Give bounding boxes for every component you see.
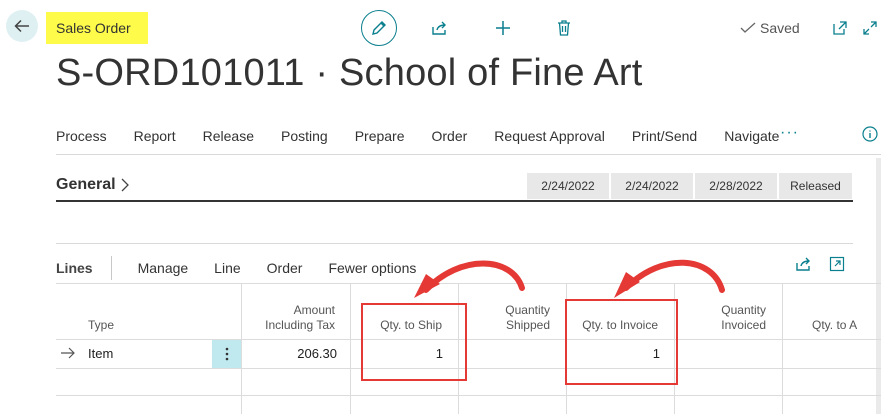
scrollbar[interactable]: [876, 158, 881, 414]
col-qty-invoiced-line2: Invoiced: [721, 318, 766, 332]
page-type-label: Sales Order: [46, 12, 148, 44]
expand-icon: [863, 21, 877, 35]
action-posting[interactable]: Posting: [281, 128, 328, 146]
action-print-send[interactable]: Print/Send: [632, 128, 697, 146]
arrow-left-icon: [14, 19, 29, 33]
action-report[interactable]: Report: [134, 128, 176, 146]
saved-status: Saved: [740, 20, 800, 36]
action-bar-divider: [56, 154, 881, 155]
col-amount-incl-tax[interactable]: Amount Including Tax: [245, 303, 335, 333]
grid-row-line: [56, 368, 881, 369]
general-underline: [56, 200, 853, 202]
action-navigate[interactable]: Navigate: [724, 128, 779, 146]
checkmark-icon: [740, 22, 756, 33]
lines-option-order[interactable]: Order: [267, 260, 303, 276]
grid-header-line: [56, 339, 881, 340]
lines-expand-button[interactable]: [829, 256, 845, 277]
expand-window-icon: [829, 256, 845, 272]
delete-button[interactable]: [546, 10, 582, 46]
more-vertical-icon: [225, 347, 228, 361]
lines-share-button[interactable]: [795, 255, 813, 278]
order-date-pill: 2/24/2022: [527, 173, 610, 199]
lines-toolbar: Lines Manage Line Order Fewer options: [56, 256, 442, 280]
annotation-arrow-invoice: [614, 259, 725, 298]
action-order[interactable]: Order: [432, 128, 468, 146]
trash-icon: [558, 20, 570, 36]
grid-row-line: [56, 395, 881, 396]
due-date-pill: 2/28/2022: [695, 173, 778, 199]
cell-amount[interactable]: 206.30: [245, 346, 337, 361]
lines-top-divider: [56, 243, 853, 244]
col-qty-shipped-line2: Shipped: [505, 318, 550, 332]
more-actions-icon[interactable]: ···: [780, 124, 799, 142]
action-bar: Process Report Release Posting Prepare O…: [56, 128, 789, 146]
info-button[interactable]: [862, 126, 878, 147]
col-qty-to-assign[interactable]: Qty. to A: [812, 318, 857, 333]
open-in-new-icon: [833, 21, 847, 35]
annotation-box-qty-to-ship: [361, 303, 467, 381]
cell-type[interactable]: Item: [88, 346, 113, 361]
new-button[interactable]: [485, 10, 521, 46]
arrow-right-icon: [61, 347, 75, 359]
col-amount-line1: Amount: [293, 303, 335, 317]
info-icon: [862, 126, 878, 142]
share-icon: [796, 257, 810, 271]
action-process[interactable]: Process: [56, 128, 107, 146]
share-icon: [432, 21, 446, 35]
annotation-box-qty-to-invoice: [565, 299, 678, 385]
back-button[interactable]: [6, 10, 38, 42]
general-label: General: [56, 176, 116, 193]
annotation-arrow-ship: [414, 260, 525, 298]
page-title: S-ORD101011 · School of Fine Art: [56, 52, 643, 94]
row-menu-button[interactable]: [212, 340, 241, 368]
lines-title: Lines: [56, 256, 112, 280]
action-prepare[interactable]: Prepare: [355, 128, 405, 146]
lines-option-line[interactable]: Line: [214, 260, 240, 276]
row-selector[interactable]: [60, 346, 76, 364]
status-pill: Released: [779, 173, 853, 199]
chevron-right-icon: [121, 178, 129, 192]
plus-icon: [496, 21, 510, 35]
expand-button[interactable]: [852, 10, 881, 46]
pencil-icon: [372, 21, 386, 35]
share-button[interactable]: [422, 10, 458, 46]
col-amount-line2: Including Tax: [265, 318, 335, 332]
action-request-approval[interactable]: Request Approval: [494, 128, 605, 146]
posting-date-pill: 2/24/2022: [611, 173, 694, 199]
lines-option-manage[interactable]: Manage: [138, 260, 189, 276]
action-release[interactable]: Release: [203, 128, 254, 146]
col-type[interactable]: Type: [88, 318, 114, 333]
edit-button[interactable]: [361, 10, 397, 46]
saved-label: Saved: [760, 20, 800, 36]
general-fasttab[interactable]: General: [56, 176, 130, 194]
